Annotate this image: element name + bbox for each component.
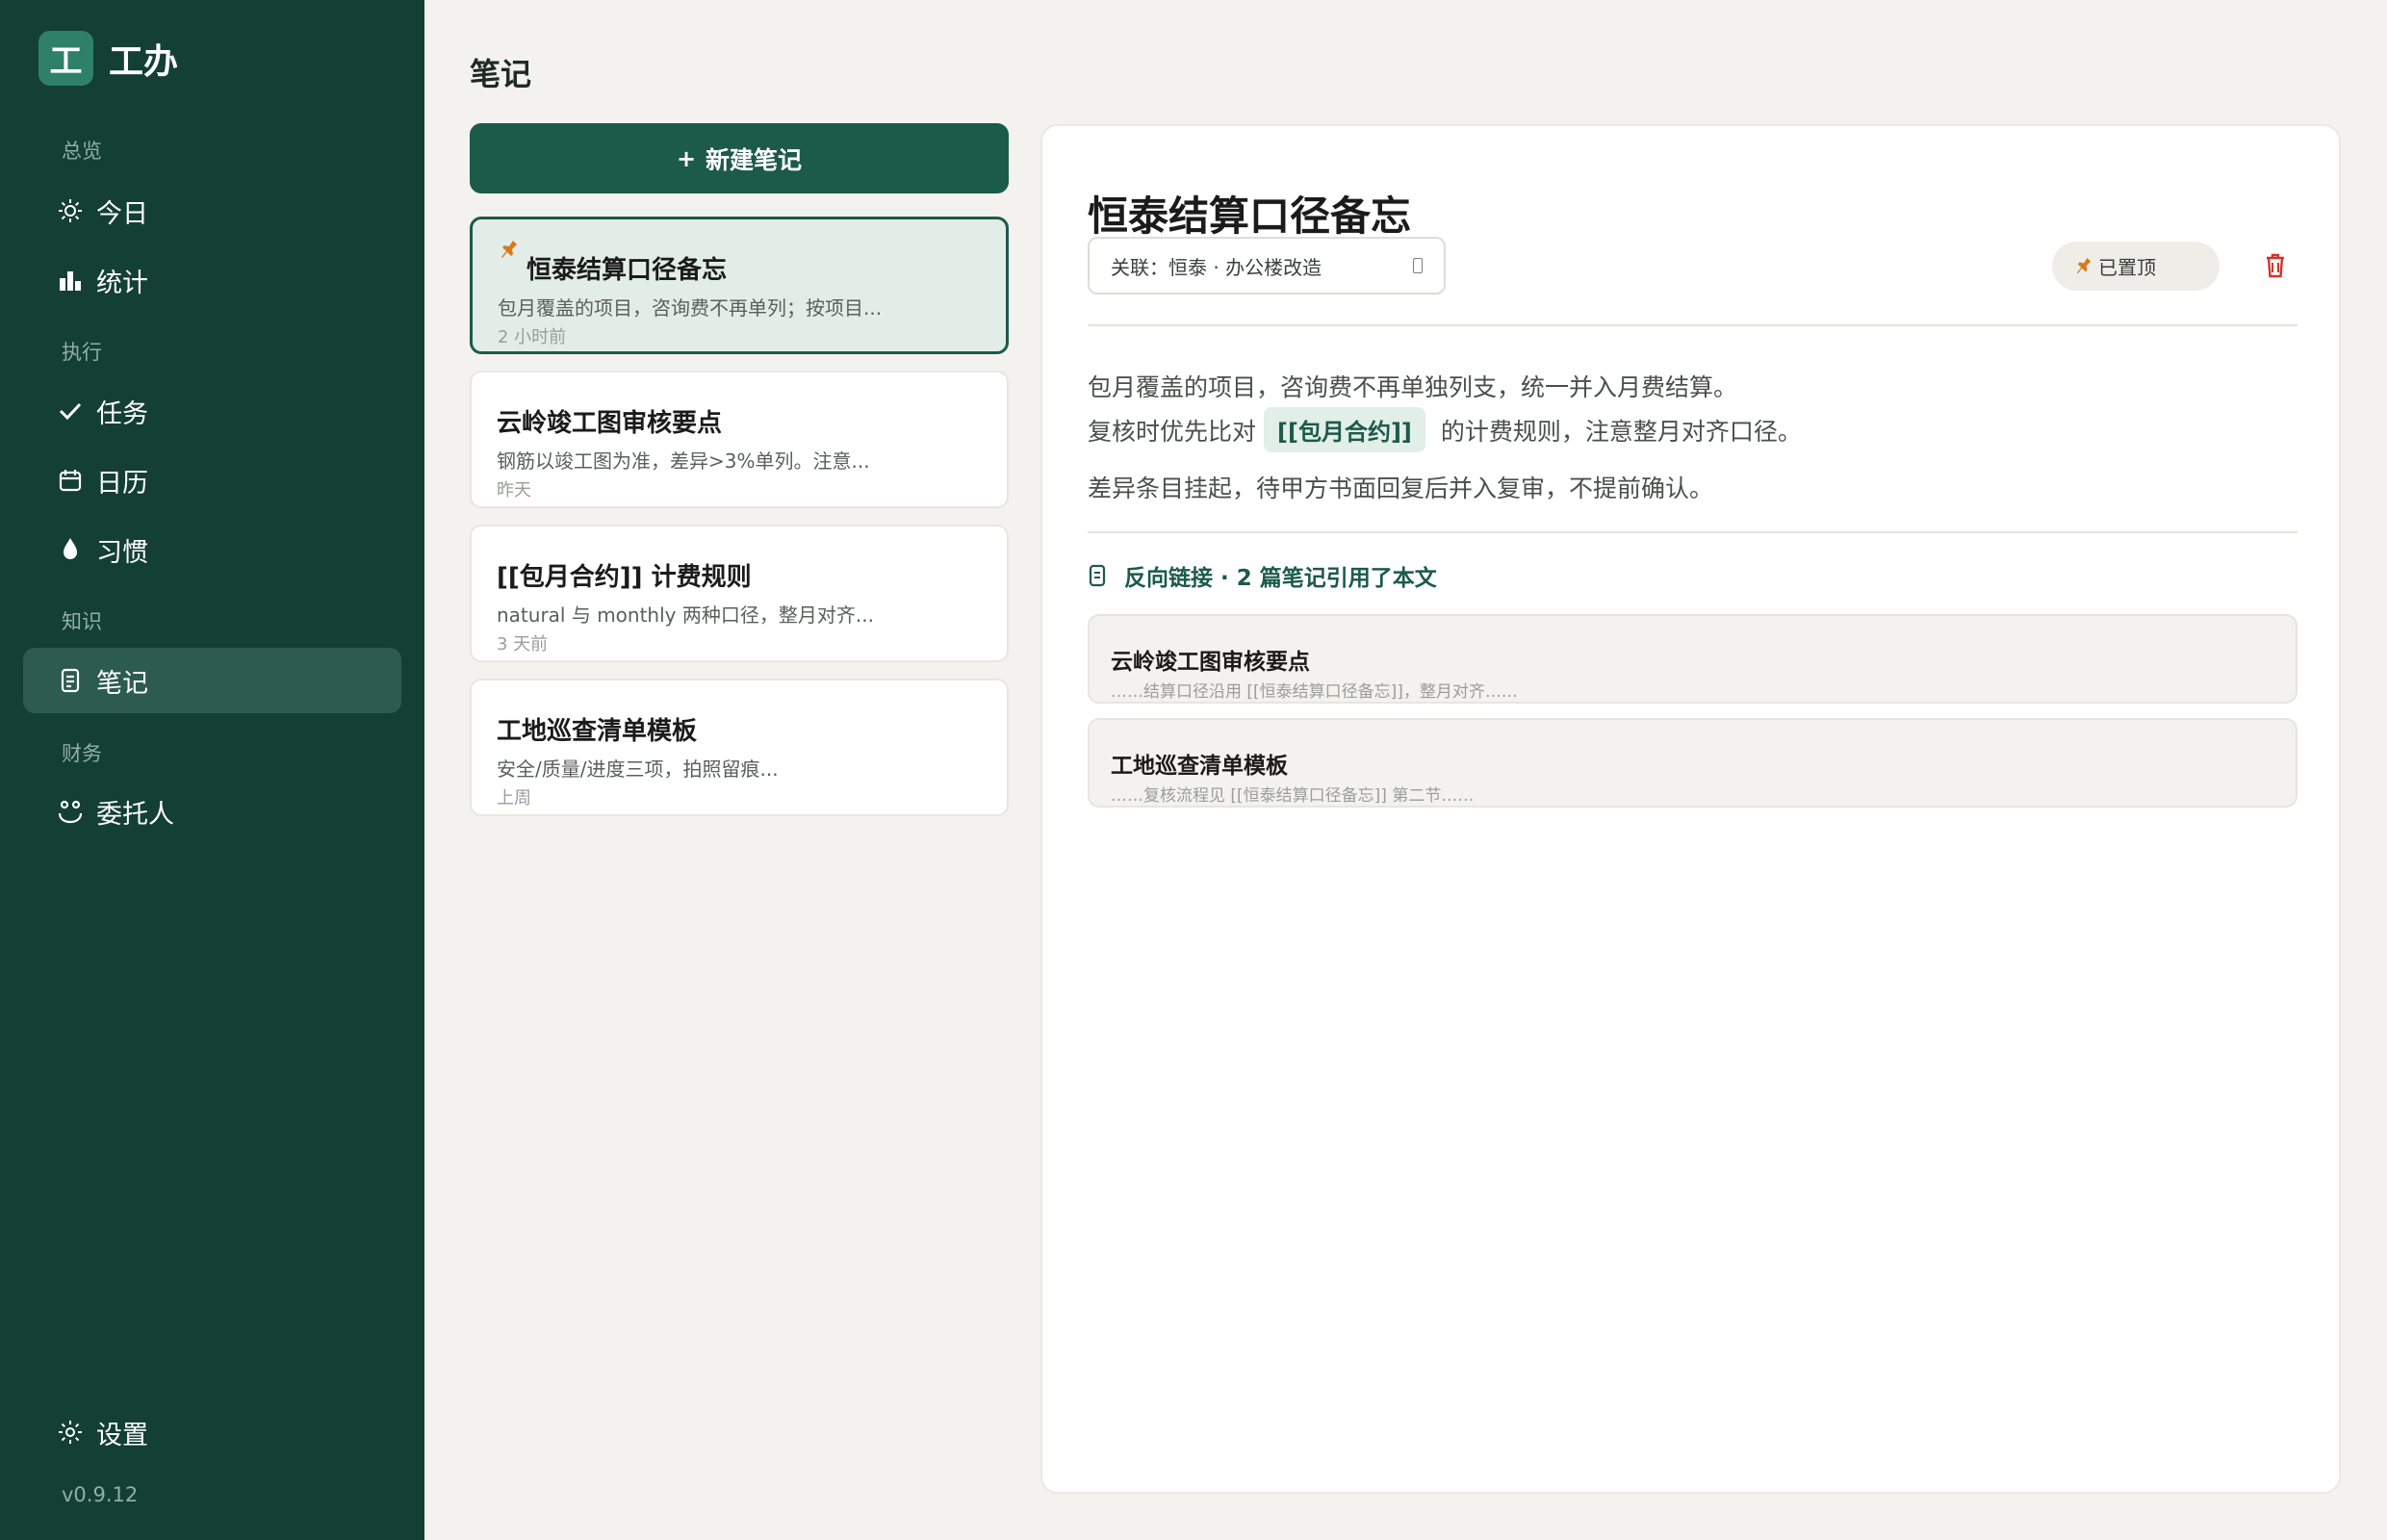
sidebar-item-calendar[interactable]: 日历 — [23, 448, 401, 513]
wiki-link[interactable]: [[包月合约]] — [1264, 407, 1425, 452]
note-card[interactable]: 云岭竣工图审核要点 钢筋以竣工图为准，差异>3%单列。注意... 昨天 — [470, 371, 1009, 508]
note-detail-title[interactable]: 恒泰结算口径备忘 — [1088, 184, 1411, 243]
sidebar-item-clients[interactable]: 委托人 — [23, 779, 401, 844]
sidebar-item-label: 委托人 — [96, 799, 174, 830]
sidebar-item-label: 今日 — [96, 198, 148, 229]
link-select-value: 关联：恒泰 · 办公楼改造 — [1111, 255, 1322, 279]
check-icon — [56, 397, 85, 425]
note-detail-panel: 恒泰结算口径备忘 关联：恒泰 · 办公楼改造 已置顶 包月覆盖的项目，咨询费不再… — [1040, 124, 2341, 1494]
page-title: 笔记 — [470, 56, 532, 92]
sidebar-item-label: 笔记 — [96, 668, 148, 699]
note-time: 3 天前 — [497, 634, 549, 654]
note-card-active[interactable]: 恒泰结算口径备忘 包月覆盖的项目，咨询费不再单列；按项目... 2 小时前 — [470, 217, 1009, 354]
note-preview: natural 与 monthly 两种口径，整月对齐... — [497, 603, 874, 627]
gear-icon — [56, 1418, 85, 1447]
section-label-execute: 执行 — [62, 341, 102, 364]
sun-icon — [56, 196, 85, 225]
note-title: 工地巡查清单模板 — [497, 717, 698, 746]
note-time: 2 小时前 — [498, 327, 567, 347]
backlink-title: 工地巡查清单模板 — [1111, 754, 1288, 779]
sidebar-item-settings[interactable]: 设置 — [23, 1399, 401, 1465]
note-time: 上周 — [497, 788, 531, 808]
sidebar-item-habits[interactable]: 习惯 — [23, 517, 401, 582]
sidebar-item-label: 日历 — [96, 468, 148, 499]
section-label-knowledge: 知识 — [62, 610, 102, 633]
pin-icon — [501, 241, 517, 258]
note-time: 昨天 — [497, 480, 531, 500]
people-icon — [56, 797, 85, 826]
backlink-title: 云岭竣工图审核要点 — [1111, 650, 1310, 675]
body-text: 的计费规则，注意整月对齐口径。 — [1440, 417, 1802, 446]
plus-icon: + — [676, 144, 697, 172]
note-body-line-2: 复核时优先比对 [[包月合约]] 的计费规则，注意整月对齐口径。 — [1088, 407, 1802, 452]
sidebar-item-label: 设置 — [96, 1420, 148, 1450]
sidebar-item-label: 任务 — [96, 398, 148, 429]
app-logo[interactable]: 工 工办 — [38, 31, 178, 86]
body-text: 复核时优先比对 — [1088, 417, 1257, 446]
backlinks-heading: 反向链接 · 2 篇笔记引用了本文 — [1088, 559, 1437, 592]
sidebar-item-label: 统计 — [96, 268, 148, 298]
pin-label: 已置顶 — [2098, 256, 2156, 279]
note-body-line-1: 包月覆盖的项目，咨询费不再单独列支，统一并入月费结算。 — [1088, 373, 1738, 401]
link-select[interactable]: 关联：恒泰 · 办公楼改造 — [1088, 237, 1446, 295]
section-label-finance: 财务 — [62, 742, 102, 765]
note-preview: 钢筋以竣工图为准，差异>3%单列。注意... — [497, 449, 870, 473]
sidebar: 工 工办 总览 今日 统计 执行 任务 日历 习惯 知识 笔记 财务 委托人 设… — [0, 0, 424, 1540]
app-version: v0.9.12 — [62, 1483, 139, 1506]
new-note-label: 新建笔记 — [706, 145, 803, 174]
section-label-overview: 总览 — [62, 140, 102, 163]
note-title: [[包月合约]] 计费规则 — [497, 563, 752, 592]
note-preview: 安全/质量/进度三项，拍照留痕... — [497, 757, 779, 781]
backlink-snippet: ……结算口径沿用 [[恒泰结算口径备忘]]，整月对齐…… — [1111, 682, 1518, 702]
sidebar-item-today[interactable]: 今日 — [23, 178, 401, 244]
backlinks-icon — [1089, 564, 1106, 587]
sidebar-item-tasks[interactable]: 任务 — [23, 378, 401, 444]
app-name: 工办 — [109, 41, 179, 82]
sidebar-item-stats[interactable]: 统计 — [23, 247, 401, 313]
bar-chart-icon — [56, 266, 85, 295]
pin-toggle-button[interactable]: 已置顶 — [2052, 242, 2220, 291]
note-title: 恒泰结算口径备忘 — [526, 256, 728, 285]
note-title: 云岭竣工图审核要点 — [497, 409, 723, 438]
sidebar-item-label: 习惯 — [96, 537, 148, 568]
note-preview: 包月覆盖的项目，咨询费不再单列；按项目... — [498, 296, 883, 320]
new-note-button[interactable]: + 新建笔记 — [470, 123, 1009, 193]
backlink-item[interactable]: 云岭竣工图审核要点 ……结算口径沿用 [[恒泰结算口径备忘]]，整月对齐…… — [1088, 614, 2297, 704]
note-card[interactable]: [[包月合约]] 计费规则 natural 与 monthly 两种口径，整月对… — [470, 525, 1009, 662]
note-icon — [56, 666, 85, 695]
calendar-icon — [56, 466, 85, 495]
note-card[interactable]: 工地巡查清单模板 安全/质量/进度三项，拍照留痕... 上周 — [470, 679, 1009, 816]
sidebar-item-notes[interactable]: 笔记 — [23, 648, 401, 713]
drop-icon — [56, 535, 85, 564]
trash-icon[interactable] — [2264, 252, 2287, 279]
backlink-snippet: ……复核流程见 [[恒泰结算口径备忘]] 第二节…… — [1111, 786, 1475, 806]
pin-icon — [2076, 257, 2092, 273]
backlinks-heading-text: 反向链接 · 2 篇笔记引用了本文 — [1124, 566, 1437, 591]
divider — [1088, 324, 2297, 326]
divider — [1088, 531, 2297, 533]
logo-mark: 工 — [38, 31, 93, 86]
note-body-line-3: 差异条目挂起，待甲方书面回复后并入复审，不提前确认。 — [1088, 475, 1714, 502]
dropdown-icon — [1413, 258, 1423, 273]
backlink-item[interactable]: 工地巡查清单模板 ……复核流程见 [[恒泰结算口径备忘]] 第二节…… — [1088, 718, 2297, 808]
